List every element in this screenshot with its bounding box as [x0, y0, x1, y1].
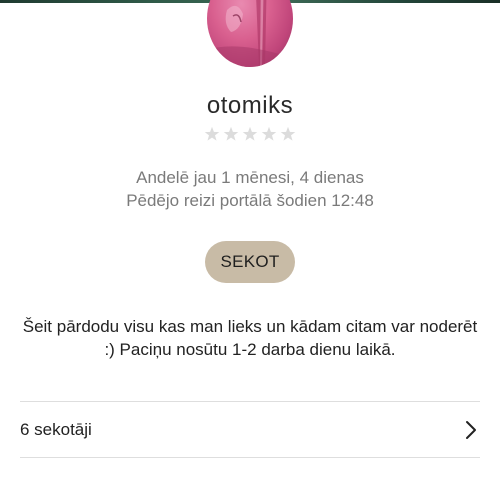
divider: [20, 457, 480, 458]
rating-stars: [0, 126, 500, 142]
followers-row[interactable]: 6 sekotāji: [20, 402, 480, 457]
followers-count-label: 6 sekotāji: [20, 419, 92, 439]
member-since-text: Andelē jau 1 mēnesi, 4 dienas: [136, 168, 364, 187]
star-icon: [280, 126, 296, 142]
avatar-image: [207, 0, 293, 67]
star-icon: [223, 126, 239, 142]
avatar: [207, 0, 293, 67]
star-icon: [242, 126, 258, 142]
star-icon: [261, 126, 277, 142]
last-seen-text: Pēdējo reizi portālā šodien 12:48: [126, 191, 374, 210]
star-icon: [204, 126, 220, 142]
profile-bio: Šeit pārdodu visu kas man lieks un kādam…: [22, 317, 478, 359]
profile-username: otomiks: [206, 92, 294, 119]
chevron-right-icon: [464, 420, 478, 440]
follow-button[interactable]: SEKOT: [205, 241, 295, 283]
